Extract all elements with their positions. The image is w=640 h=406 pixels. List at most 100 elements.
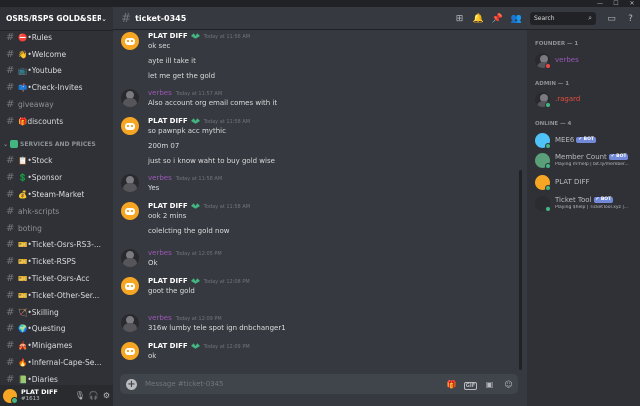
inbox-icon[interactable]: ▭ bbox=[602, 14, 621, 24]
author-name[interactable]: PLAT DIFF bbox=[148, 202, 188, 210]
page-title: ticket-0345 bbox=[135, 13, 187, 23]
channel-item[interactable]: # 🎫•Ticket-Osrs-RS3-... bbox=[0, 237, 113, 254]
channel-item[interactable]: # ahk-scripts bbox=[0, 203, 113, 220]
author-name[interactable]: verbes bbox=[148, 89, 172, 97]
add-attachment-button[interactable]: + bbox=[126, 378, 137, 390]
status-dnd-icon bbox=[545, 63, 551, 69]
member-item[interactable]: Ticket Tool ✔ BOT Playing $help | TicketTo… bbox=[535, 195, 640, 213]
hashtag-icon: # bbox=[6, 256, 15, 268]
channel-item[interactable]: # 🎫•Ticket-Other-Ser... bbox=[0, 287, 113, 304]
category-label: SERVICES AND PRICES bbox=[20, 140, 96, 148]
channel-item[interactable]: # giveaway bbox=[0, 96, 113, 113]
microphone-icon[interactable]: 🎙 bbox=[75, 391, 85, 400]
members-icon[interactable]: 👥 bbox=[507, 14, 526, 24]
channel-item[interactable]: # boting bbox=[0, 220, 113, 237]
timestamp: Today at 11:57 AM bbox=[175, 91, 223, 97]
channel-item[interactable]: # 💰•Steam-Market bbox=[0, 186, 113, 203]
member-item[interactable]: MEE6 ✔ BOT bbox=[535, 132, 640, 150]
channel-label: boting bbox=[18, 223, 42, 233]
avatar[interactable] bbox=[121, 314, 139, 332]
channel-item[interactable]: # 🎁discounts bbox=[0, 113, 113, 130]
channel-item[interactable]: # 👋•Welcome bbox=[0, 46, 113, 63]
message-header: verbes Today at 12:09 PM bbox=[148, 314, 222, 322]
chevron-down-icon: ⌄ bbox=[101, 14, 107, 23]
author-name[interactable]: verbes bbox=[148, 249, 172, 257]
gear-icon[interactable]: ⚙ bbox=[103, 391, 110, 400]
author-name[interactable]: PLAT DIFF bbox=[148, 32, 188, 40]
channel-item[interactable]: # 🔥•Infernal-Cape-Se... bbox=[0, 354, 113, 371]
channel-label: 💰•Steam-Market bbox=[18, 190, 85, 200]
category-header[interactable]: ⌄ SERVICES AND PRICES bbox=[0, 136, 113, 153]
channel-item[interactable]: # 🎫•Ticket-RSPS bbox=[0, 253, 113, 270]
message-text: let me get the gold bbox=[148, 72, 216, 80]
member-founder[interactable]: verbes bbox=[535, 52, 640, 70]
message-list: PLAT DIFF Today at 11:56 AM ok sec ayte ill… bbox=[113, 30, 520, 370]
member-name: verbes bbox=[555, 56, 579, 64]
gift-icon[interactable]: 🎁 bbox=[442, 380, 461, 389]
threads-icon[interactable]: ⊞ bbox=[450, 14, 469, 24]
emoji-icon[interactable]: ☺ bbox=[499, 380, 518, 389]
avatar[interactable] bbox=[121, 249, 139, 267]
author-name[interactable]: PLAT DIFF bbox=[148, 117, 188, 125]
message-input[interactable] bbox=[145, 374, 442, 394]
channel-item[interactable]: # ⛔•Rules bbox=[0, 29, 113, 46]
channel-label: 🎪•Minigames bbox=[18, 341, 73, 351]
member-name: Member Count bbox=[555, 153, 607, 161]
message-text: Ok bbox=[148, 259, 158, 267]
gif-button[interactable]: GIF bbox=[461, 380, 480, 390]
avatar[interactable] bbox=[3, 388, 18, 404]
verified-role-icon bbox=[190, 118, 200, 124]
author-name[interactable]: verbes bbox=[148, 174, 172, 182]
channel-label: 👋•Welcome bbox=[18, 49, 67, 59]
status-online-icon bbox=[545, 185, 551, 191]
bell-icon[interactable]: 🔔 bbox=[469, 14, 488, 24]
author-name[interactable]: PLAT DIFF bbox=[148, 342, 188, 350]
channel-label: 🎁discounts bbox=[18, 116, 64, 126]
guild-header[interactable]: OSRS/RSPS GOLD&SER... ⌄ bbox=[0, 7, 113, 31]
avatar[interactable] bbox=[121, 277, 139, 295]
channel-item[interactable]: # 💲•Sponsor bbox=[0, 169, 113, 186]
author-name[interactable]: verbes bbox=[148, 314, 172, 322]
role-header-admin: ADMIN — 1 bbox=[535, 81, 570, 87]
headphones-icon[interactable]: 🎧 bbox=[89, 391, 99, 400]
bot-badge: ✔ BOT bbox=[593, 197, 614, 203]
member-admin[interactable]: .ragard bbox=[535, 91, 640, 109]
channel-item[interactable]: # 🎪•Minigames bbox=[0, 337, 113, 354]
timestamp: Today at 12:09 PM bbox=[203, 344, 250, 350]
timestamp: Today at 12:08 PM bbox=[203, 279, 250, 285]
channel-item[interactable]: # 🏹•Skilling bbox=[0, 304, 113, 321]
channel-label: 📫•Check-Invites bbox=[18, 83, 83, 93]
channel-item[interactable]: # 🌍•Questing bbox=[0, 321, 113, 338]
hashtag-icon: # bbox=[6, 65, 15, 77]
channel-label: 🎫•Ticket-Osrs-Acc bbox=[18, 274, 90, 284]
timestamp: Today at 11:58 AM bbox=[175, 176, 223, 182]
hashtag-icon: # bbox=[6, 31, 15, 43]
channel-item[interactable]: # 🎫•Ticket-Osrs-Acc bbox=[0, 270, 113, 287]
member-item[interactable]: Member Count ✔ BOT Playing m!help | bit.ly… bbox=[535, 152, 640, 170]
close-icon[interactable]: ✕ bbox=[625, 0, 639, 7]
pin-icon[interactable]: 📌 bbox=[488, 14, 507, 24]
sticker-icon[interactable]: ▣ bbox=[480, 380, 499, 389]
scrollbar[interactable] bbox=[519, 170, 522, 370]
avatar[interactable] bbox=[121, 174, 139, 192]
avatar[interactable] bbox=[121, 342, 139, 360]
minimize-icon[interactable]: — bbox=[593, 0, 607, 7]
member-item[interactable]: PLAT DIFF bbox=[535, 174, 640, 192]
avatar[interactable] bbox=[121, 202, 139, 220]
channel-item[interactable]: # 📋•Stock bbox=[0, 153, 113, 170]
author-name[interactable]: PLAT DIFF bbox=[148, 277, 188, 285]
channel-label: 🔥•Infernal-Cape-Se... bbox=[18, 358, 102, 368]
message-header: verbes Today at 12:05 PM bbox=[148, 249, 222, 257]
channel-label: giveaway bbox=[18, 100, 54, 110]
role-header-online: ONLINE — 4 bbox=[535, 121, 572, 127]
maximize-icon[interactable]: ☐ bbox=[609, 0, 623, 7]
search-input[interactable]: Search ⌕ bbox=[530, 12, 596, 25]
avatar[interactable] bbox=[121, 32, 139, 50]
status-online-icon bbox=[545, 143, 551, 149]
avatar[interactable] bbox=[121, 89, 139, 107]
chevron-down-icon: ⌄ bbox=[3, 140, 9, 148]
help-icon[interactable]: ? bbox=[621, 14, 640, 24]
avatar[interactable] bbox=[121, 117, 139, 135]
channel-item[interactable]: # 📺•Youtube bbox=[0, 63, 113, 80]
channel-item[interactable]: # 📫•Check-Invites bbox=[0, 79, 113, 96]
